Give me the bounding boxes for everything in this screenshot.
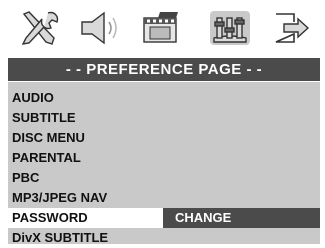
menu-item-divx-subtitle[interactable]: DivX SUBTITLE [8,228,163,248]
menu-item-subtitle[interactable]: SUBTITLE [8,108,163,128]
menu-item-mp3-jpeg-nav[interactable]: MP3/JPEG NAV [8,188,163,208]
film-icon[interactable] [138,8,182,48]
menu-item-pbc[interactable]: PBC [8,168,163,188]
menu-item-parental[interactable]: PARENTAL [8,148,163,168]
tools-icon[interactable] [18,8,62,48]
preference-menu: AUDIO SUBTITLE DISC MENU PARENTAL PBC MP… [8,82,320,245]
page-title: - - PREFERENCE PAGE - - [8,58,320,81]
menu-item-password[interactable]: PASSWORD [8,208,163,228]
exit-icon[interactable] [268,8,312,48]
menu-item-disc-menu[interactable]: DISC MENU [8,128,163,148]
speaker-icon[interactable] [78,8,122,48]
menu-item-audio[interactable]: AUDIO [8,88,163,108]
preference-icon[interactable] [208,8,252,48]
toolbar [0,0,325,58]
change-button[interactable]: CHANGE [163,208,320,228]
